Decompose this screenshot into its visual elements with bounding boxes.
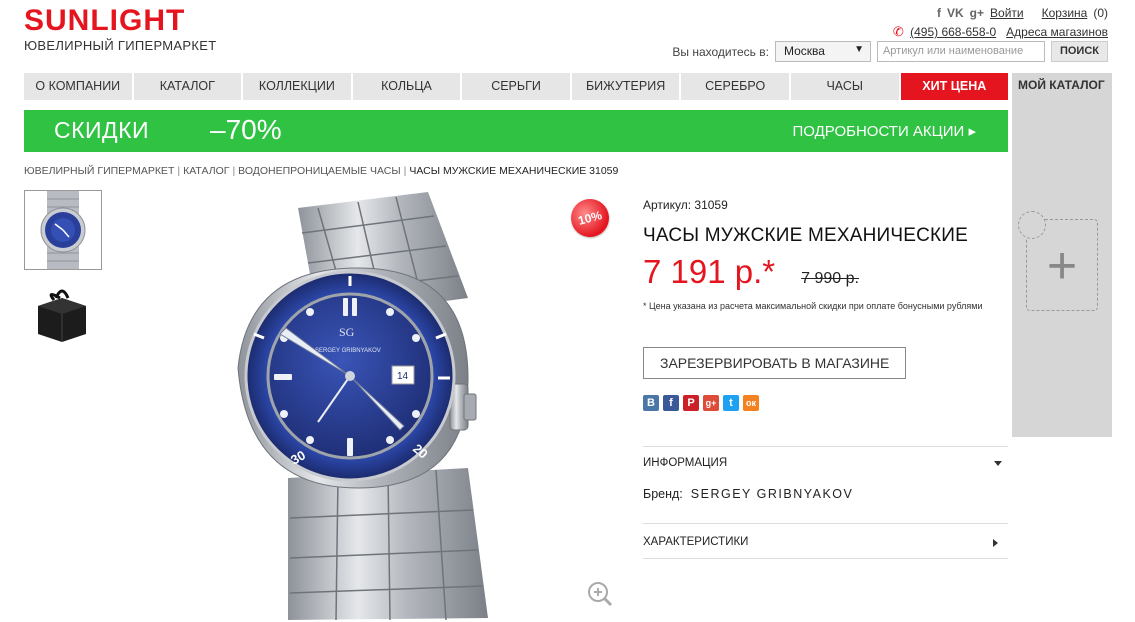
nav-item-silver[interactable]: СЕРЕБРО	[681, 73, 789, 100]
city-select[interactable]: Москва ▼	[774, 41, 871, 62]
search-input[interactable]: Артикул или наименование	[876, 41, 1045, 62]
old-price: 7 990 р.	[801, 270, 859, 287]
product-info: Артикул: 31059 ЧАСЫ МУЖСКИЕ МЕХАНИЧЕСКИЕ…	[643, 198, 1008, 411]
logo-tagline: ЮВЕЛИРНЫЙ ГИПЕРМАРКЕТ	[24, 38, 217, 53]
plus-icon: +	[1046, 237, 1078, 295]
breadcrumb-item[interactable]: ВОДОНЕПРОНИЦАЕМЫЕ ЧАСЫ	[238, 165, 400, 177]
breadcrumb: ЮВЕЛИРНЫЙ ГИПЕРМАРКЕТ | КАТАЛОГ | ВОДОНЕПРОН…	[24, 165, 618, 177]
logo[interactable]: SUNLIGHT ЮВЕЛИРНЫЙ ГИПЕРМАРКЕТ	[24, 4, 217, 54]
info-section-title: ИНФОРМАЦИЯ	[643, 457, 728, 469]
top-links: f VK g+ Войти Корзина (0)	[937, 6, 1108, 20]
chevron-down-icon: ▼	[854, 44, 864, 55]
info-section: ИНФОРМАЦИЯ Бренд: SERGEY GRIBNYAKOV	[643, 446, 1008, 501]
stores-link[interactable]: Адреса магазинов	[1006, 25, 1108, 39]
product-title: ЧАСЫ МУЖСКИЕ МЕХАНИЧЕСКИЕ	[643, 225, 969, 246]
characteristics-section[interactable]: ХАРАКТЕРИСТИКИ	[643, 523, 1008, 559]
price-row: 7 191 р.* 7 990 р.	[643, 253, 1008, 291]
odnoklassniki-share-icon[interactable]: ок	[743, 395, 759, 411]
watch-logo: SG	[339, 325, 355, 339]
nav-item-bijouterie[interactable]: БИЖУТЕРИЯ	[571, 73, 680, 100]
current-price: 7 191 р.*	[643, 253, 776, 290]
characteristics-section-title: ХАРАКТЕРИСТИКИ	[643, 536, 749, 548]
brand-row: Бренд: SERGEY GRIBNYAKOV	[643, 487, 1008, 501]
facebook-share-icon[interactable]: f	[663, 395, 679, 411]
characteristics-section-header[interactable]: ХАРАКТЕРИСТИКИ	[643, 536, 1008, 548]
search-button[interactable]: ПОИСК	[1050, 41, 1108, 62]
breadcrumb-item[interactable]: ЮВЕЛИРНЫЙ ГИПЕРМАРКЕТ	[24, 165, 174, 177]
thumbnail-box[interactable]	[24, 278, 102, 358]
vk-icon[interactable]: VK	[947, 6, 964, 20]
nav-item-earrings[interactable]: СЕРЬГИ	[462, 73, 570, 100]
watch-thumbnail-image	[40, 191, 86, 269]
nav-item-collections[interactable]: КОЛЛЕКЦИИ	[243, 73, 351, 100]
my-catalog-title[interactable]: МОЙ КАТАЛОГ	[1012, 73, 1112, 97]
my-catalog-panel: МОЙ КАТАЛОГ +	[1012, 73, 1112, 437]
gift-box-thumbnail-image	[38, 289, 86, 342]
logo-text: SUNLIGHT	[24, 4, 186, 37]
google-plus-icon[interactable]: g+	[970, 6, 984, 20]
zoom-icon[interactable]	[586, 580, 614, 608]
share-buttons: B f P g+ t ок	[643, 395, 1008, 411]
facebook-icon[interactable]: f	[937, 6, 941, 20]
chevron-right-icon	[993, 539, 998, 547]
article-number: Артикул: 31059	[643, 198, 728, 212]
watch-brand-text: SERGEY GRIBNYAKOV	[315, 348, 381, 354]
banner-sale-label: СКИДКИ	[54, 117, 150, 143]
drop-circle	[1018, 211, 1046, 239]
svg-text:40: 40	[217, 390, 236, 409]
login-link[interactable]: Войти	[990, 6, 1024, 20]
breadcrumb-separator: |	[232, 165, 236, 177]
chevron-down-icon	[994, 461, 1002, 466]
location-label: Вы находитесь в:	[672, 44, 769, 59]
search-row: Вы находитесь в: Москва ▼ Артикул или на…	[672, 41, 1108, 62]
nav-item-hit-price[interactable]: ХИТ ЦЕНА	[900, 73, 1009, 100]
city-value: Москва	[783, 44, 825, 58]
nav-item-watches[interactable]: ЧАСЫ	[790, 73, 899, 100]
breadcrumb-item[interactable]: КАТАЛОГ	[183, 165, 229, 177]
breadcrumb-separator: |	[403, 165, 407, 177]
nav-item-catalog[interactable]: КАТАЛОГ	[133, 73, 242, 100]
reserve-in-store-button[interactable]: ЗАРЕЗЕРВИРОВАТЬ В МАГАЗИНЕ	[643, 347, 907, 379]
google-plus-share-icon[interactable]: g+	[703, 395, 719, 411]
twitter-share-icon[interactable]: t	[723, 395, 739, 411]
brand-label: Бренд:	[643, 487, 683, 501]
pinterest-share-icon[interactable]: P	[683, 395, 699, 411]
phone-icon: ✆	[892, 24, 904, 39]
cart-link[interactable]: Корзина	[1042, 6, 1088, 20]
nav-item-company[interactable]: О КОМПАНИИ	[24, 73, 132, 100]
contact-row: ✆ (495) 668-658-0 Адреса магазинов	[893, 24, 1108, 40]
promo-banner[interactable]: СКИДКИ –70% ПОДРОБНОСТИ АКЦИИ ▸	[24, 110, 1008, 152]
main-nav: О КОМПАНИИ КАТАЛОГ КОЛЛЕКЦИИ КОЛЬЦА СЕРЬ…	[24, 73, 1009, 100]
nav-item-rings[interactable]: КОЛЬЦА	[352, 73, 461, 100]
info-section-header[interactable]: ИНФОРМАЦИЯ	[643, 457, 1008, 469]
thumbnail-watch[interactable]	[24, 190, 102, 270]
product-main-image[interactable]: 40 30 20 14 SG SERGEY GRIBNYAKOV	[168, 188, 616, 621]
banner-percent: –70%	[210, 114, 282, 145]
banner-details-link[interactable]: ПОДРОБНОСТИ АКЦИИ ▸	[792, 122, 976, 140]
brand-value: SERGEY GRIBNYAKOV	[690, 487, 854, 501]
phone-link[interactable]: (495) 668-658-0	[910, 25, 996, 39]
vkontakte-share-icon[interactable]: B	[643, 395, 659, 411]
cart-count: (0)	[1093, 6, 1108, 20]
my-catalog-drop-zone[interactable]: +	[1018, 211, 1098, 311]
date-window: 14	[397, 371, 409, 382]
watch-image: 40 30 20 14 SG SERGEY GRIBNYAKOV	[217, 192, 488, 621]
breadcrumb-separator: |	[177, 165, 181, 177]
breadcrumb-current: ЧАСЫ МУЖСКИЕ МЕХАНИЧЕСКИЕ 31059	[409, 165, 619, 177]
price-note: * Цена указана из расчета максимальной с…	[643, 301, 983, 311]
